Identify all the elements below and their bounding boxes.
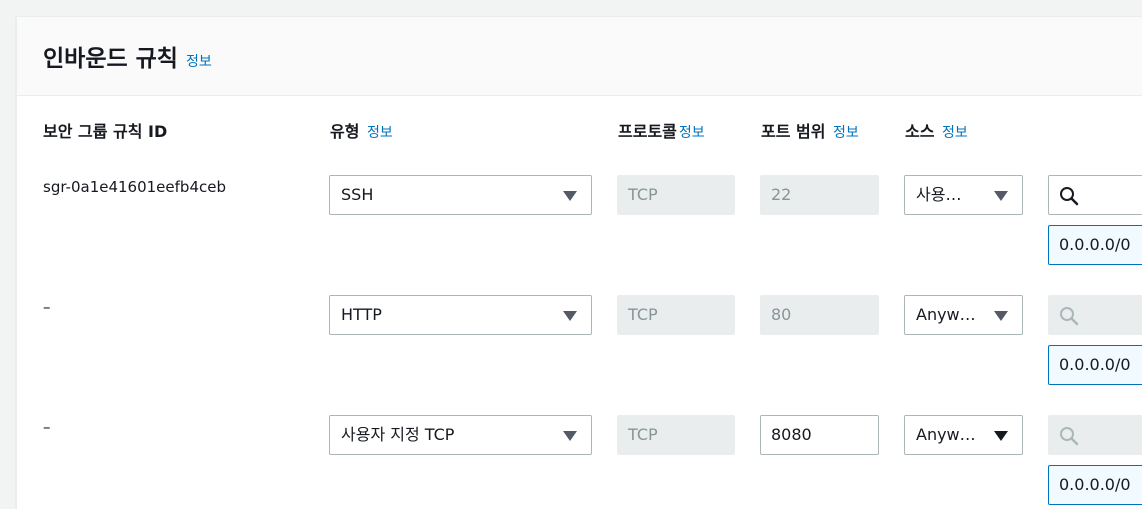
- panel-title: 인바운드 규칙 정보: [43, 39, 212, 73]
- port-range-field: 22: [760, 175, 879, 215]
- search-icon: [1060, 187, 1079, 206]
- source-select-value: Anyw…: [916, 425, 976, 444]
- source-info-link[interactable]: 정보: [942, 125, 968, 141]
- rule-id: –: [43, 298, 51, 316]
- col-protocol-label: 프로토콜: [618, 122, 677, 141]
- source-select[interactable]: Anyw…: [904, 295, 1023, 335]
- cidr-token[interactable]: 0.0.0.0/0: [1048, 465, 1142, 505]
- type-select[interactable]: SSH: [329, 175, 592, 215]
- port-range-input[interactable]: 8080: [760, 415, 879, 455]
- col-header-port-range: 포트 범위 정보: [761, 118, 859, 142]
- type-select-value: SSH: [341, 185, 374, 204]
- source-select-value: 사용…: [916, 185, 962, 204]
- type-select-value: HTTP: [341, 305, 382, 324]
- type-select-value: 사용자 지정 TCP: [341, 425, 455, 444]
- rule-id: –: [43, 418, 51, 436]
- col-header-type: 유형 정보: [330, 118, 393, 142]
- inbound-rules-panel: 인바운드 규칙 정보 보안 그룹 규칙 ID 유형 정보 프로토콜 정보 포트 범위…: [16, 16, 1142, 509]
- cidr-token[interactable]: 0.0.0.0/0: [1048, 345, 1142, 385]
- cidr-search-input[interactable]: [1048, 175, 1142, 215]
- protocol-field: TCP: [617, 175, 735, 215]
- type-info-link[interactable]: 정보: [367, 125, 393, 141]
- panel-title-text: 인바운드 규칙: [43, 46, 178, 72]
- col-port-range-label: 포트 범위: [761, 122, 826, 141]
- col-header-rule-id: 보안 그룹 규칙 ID: [43, 118, 167, 142]
- panel-header: 인바운드 규칙 정보: [17, 17, 1142, 96]
- title-info-link[interactable]: 정보: [186, 54, 212, 70]
- type-select[interactable]: HTTP: [329, 295, 592, 335]
- col-source-label: 소스: [905, 122, 935, 141]
- source-select[interactable]: Anyw…: [904, 415, 1023, 455]
- caret-down-icon: [563, 311, 577, 321]
- port-range-info-link[interactable]: 정보: [833, 125, 859, 141]
- cidr-token[interactable]: 0.0.0.0/0: [1048, 225, 1142, 265]
- rule-id: sgr-0a1e41601eefb4ceb: [43, 178, 226, 196]
- protocol-info-link[interactable]: 정보: [679, 125, 705, 141]
- col-header-source: 소스 정보: [905, 118, 968, 142]
- type-select[interactable]: 사용자 지정 TCP: [329, 415, 592, 455]
- search-icon: [1060, 307, 1079, 326]
- caret-down-icon: [563, 191, 577, 201]
- caret-down-icon: [994, 431, 1008, 441]
- cidr-search-input: [1048, 415, 1142, 455]
- port-range-field: 80: [760, 295, 879, 335]
- caret-down-icon: [994, 311, 1008, 321]
- caret-down-icon: [994, 191, 1008, 201]
- col-rule-id-label: 보안 그룹 규칙 ID: [43, 122, 168, 141]
- search-icon: [1060, 427, 1079, 446]
- cidr-search-input: [1048, 295, 1142, 335]
- col-type-label: 유형: [330, 122, 360, 141]
- source-select[interactable]: 사용…: [904, 175, 1023, 215]
- source-select-value: Anyw…: [916, 305, 976, 324]
- col-header-protocol: 프로토콜 정보: [618, 118, 705, 142]
- caret-down-icon: [563, 431, 577, 441]
- protocol-field: TCP: [617, 415, 735, 455]
- protocol-field: TCP: [617, 295, 735, 335]
